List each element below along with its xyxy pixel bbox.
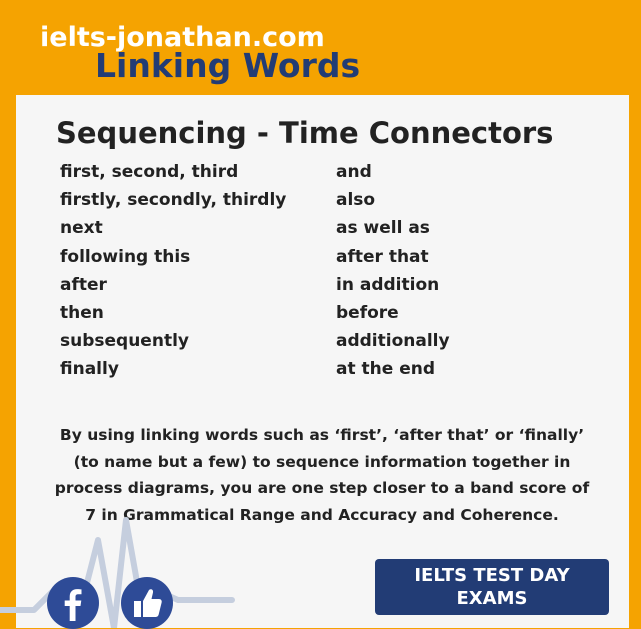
list-item: at the end bbox=[336, 359, 435, 380]
list-item: then bbox=[60, 302, 104, 323]
like-button[interactable] bbox=[121, 577, 173, 629]
list-item: finally bbox=[60, 359, 119, 380]
list-item: before bbox=[336, 302, 399, 323]
facebook-button[interactable] bbox=[47, 577, 99, 629]
list-item: first, second, third bbox=[60, 162, 239, 182]
facebook-icon bbox=[64, 589, 82, 621]
connector-list-left: first, second, third firstly, secondly, … bbox=[60, 158, 286, 384]
list-item: after that bbox=[336, 246, 429, 267]
list-item: and bbox=[336, 162, 372, 182]
section-heading: Sequencing - Time Connectors bbox=[56, 116, 554, 150]
list-item: next bbox=[60, 218, 103, 239]
list-item: as well as bbox=[336, 218, 430, 239]
list-item: after bbox=[60, 274, 107, 295]
list-item: in addition bbox=[336, 274, 440, 295]
list-item: firstly, secondly, thirdly bbox=[60, 190, 287, 211]
list-item: following this bbox=[60, 246, 191, 267]
page-title: Linking Words bbox=[95, 46, 361, 85]
ielts-test-day-button[interactable]: IELTS TEST DAY EXAMS bbox=[375, 559, 609, 615]
thumbs-up-icon bbox=[134, 589, 162, 617]
list-item: subsequently bbox=[60, 331, 189, 352]
connector-list-right: and also as well as after that in additi… bbox=[336, 158, 450, 384]
list-item: also bbox=[336, 190, 376, 211]
cta-label: IELTS TEST DAY EXAMS bbox=[414, 565, 570, 609]
list-item: additionally bbox=[336, 331, 450, 352]
